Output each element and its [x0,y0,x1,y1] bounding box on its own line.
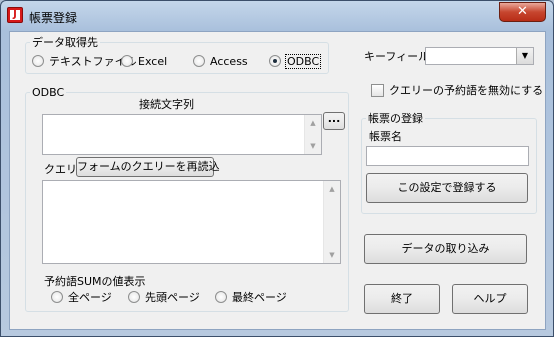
odbc-legend: ODBC [32,86,65,99]
radio-first-page-label: 先頭ページ [145,291,200,304]
browse-button[interactable]: ... [323,112,345,130]
radio-access[interactable]: Access [193,55,248,69]
dialog-window: J 帳票登録 ✕ データ取得先 テキストファイル Excel Access OD… [0,0,554,337]
checkbox-box[interactable] [371,84,384,97]
connection-string-textarea[interactable]: ▲ ▼ [42,114,322,155]
window-title: 帳票登録 [29,11,78,25]
radio-dot [215,291,227,303]
radio-excel-label: Excel [138,55,168,68]
radio-all-pages[interactable]: 全ページ [51,291,112,305]
radio-excel[interactable]: Excel [121,55,167,69]
import-data-button[interactable]: データの取り込み [364,234,527,264]
register-button[interactable]: この設定で登録する [366,173,528,203]
radio-dot [193,55,205,67]
scroll-down-icon[interactable]: ▼ [305,138,321,154]
connection-string-label: 接続文字列 [139,98,194,111]
exit-button[interactable]: 終了 [364,284,440,314]
radio-odbc-label: ODBC [284,54,322,69]
scroll-up-icon[interactable]: ▲ [324,181,340,197]
form-name-input[interactable] [366,146,529,166]
radio-dot [51,291,63,303]
radio-all-pages-label: 全ページ [68,291,112,304]
form-name-label: 帳票名 [369,130,402,143]
reserved-sum-label: 予約語SUMの値表示 [44,275,146,288]
help-button[interactable]: ヘルプ [452,284,528,314]
dialog-body: データ取得先 テキストファイル Excel Access ODBC キーフィール… [9,31,546,330]
query-scrollbar[interactable]: ▲ ▼ [323,181,340,263]
query-textarea[interactable]: ▲ ▼ [42,180,341,264]
radio-dot [32,55,44,67]
data-source-legend: データ取得先 [32,36,98,49]
title-bar[interactable]: J 帳票登録 ✕ [1,1,553,31]
chevron-down-icon[interactable]: ▼ [516,48,533,64]
radio-last-page[interactable]: 最終ページ [215,291,287,305]
radio-first-page[interactable]: 先頭ページ [128,291,200,305]
connection-scrollbar[interactable]: ▲ ▼ [304,115,321,154]
app-icon-letter: J [13,9,17,20]
radio-odbc[interactable]: ODBC [269,54,322,69]
radio-dot [128,291,140,303]
radio-last-page-label: 最終ページ [232,291,287,304]
radio-dot-selected [269,55,281,67]
scroll-down-icon[interactable]: ▼ [324,247,340,263]
registration-legend: 帳票の登録 [368,112,423,125]
reload-query-button[interactable]: フォームのクエリーを再読込 [76,157,220,177]
reserved-words-checkbox[interactable]: クエリーの予約語を無効にする [371,82,543,98]
app-icon: J [7,7,23,23]
radio-dot [121,55,133,67]
key-field-combo[interactable]: ▼ [425,47,534,65]
scroll-up-icon[interactable]: ▲ [305,115,321,131]
reserved-words-label: クエリーの予約語を無効にする [389,84,544,97]
radio-access-label: Access [210,55,248,68]
close-button[interactable]: ✕ [499,2,546,22]
